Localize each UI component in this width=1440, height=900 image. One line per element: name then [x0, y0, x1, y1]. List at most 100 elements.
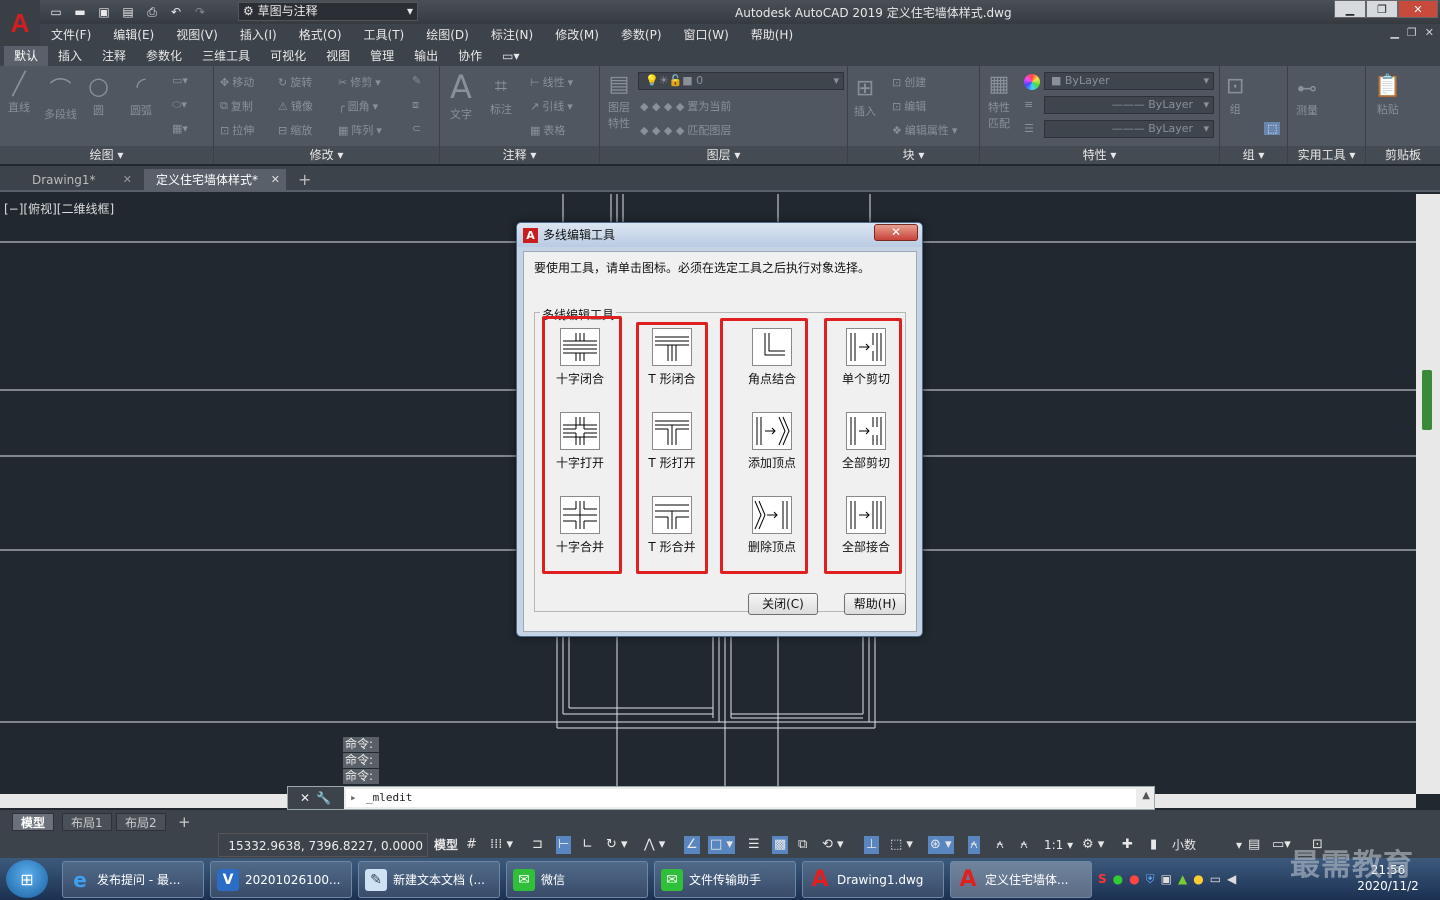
taskbar-item-notepad[interactable]: ✎ 新建文本文档 (... [358, 861, 500, 898]
doc-tab-drawing1[interactable]: Drawing1* ✕ [20, 169, 138, 192]
edit-attributes-button[interactable]: ❖ 编辑属性 ▾ [892, 122, 957, 138]
tab-insert[interactable]: 插入 [48, 46, 92, 66]
panel-title-layers[interactable]: 图层 ▾ [600, 146, 847, 164]
gear-icon[interactable]: ⚙ ▾ [1082, 836, 1104, 854]
model-space-toggle[interactable]: 模型 [434, 836, 458, 854]
add-layout-button[interactable]: + [170, 813, 199, 831]
insert-block-button[interactable]: ⊞ 插入 [854, 76, 876, 119]
lineweight-toggle-icon[interactable]: ☰ [748, 836, 760, 854]
qq-icon[interactable]: ● [1193, 872, 1203, 886]
paste-button[interactable]: 📋 粘贴 [1374, 74, 1401, 117]
tab-3d-tools[interactable]: 三维工具 [192, 46, 260, 66]
group-button[interactable]: ⊡ 组 [1226, 74, 1244, 117]
network-icon[interactable]: ▣ [1161, 872, 1172, 886]
dialog-title-bar[interactable]: A 多线编辑工具 ✕ [517, 223, 922, 247]
dialog-close-button[interactable]: ✕ [874, 224, 918, 241]
input-method-icon[interactable]: S [1098, 872, 1107, 886]
weibo-icon[interactable]: ● [1129, 872, 1139, 886]
erase-icon[interactable]: ✎ [412, 74, 421, 87]
layer-tools-row1[interactable]: ◆ ◆ ◆ ◆ 置为当前 [640, 98, 731, 114]
workspace-selector[interactable]: ⚙ 草图与注释 ▾ [238, 2, 418, 21]
explode-icon[interactable]: ⧈ [412, 98, 419, 112]
tab-default[interactable]: 默认 [4, 46, 49, 66]
panel-title-block[interactable]: 块 ▾ [848, 146, 979, 164]
save-as-icon[interactable]: ▤ [118, 3, 138, 21]
leader-button[interactable]: ↗ 引线 ▾ [530, 98, 573, 114]
snap-icon[interactable]: ⁞⁞⁞ ▾ [490, 836, 513, 854]
security-shield-icon[interactable]: ⛨ [1146, 872, 1155, 887]
scale-button[interactable]: ⊟ 缩放 [278, 122, 312, 138]
wechat-tray-icon[interactable]: ● [1113, 872, 1123, 886]
viewport-controls-label[interactable]: [−][俯视][二维线框] [4, 200, 114, 217]
help-button[interactable]: 帮助(H) [844, 593, 906, 615]
layout-tab-layout2[interactable]: 布局2 [116, 813, 166, 831]
layer-tools-row2[interactable]: ◆ ◆ ◆ ◆ 匹配图层 [640, 122, 731, 138]
rectangle-icon[interactable]: ▭▾ [172, 74, 188, 87]
line-button[interactable]: ╱ 直线 [8, 72, 30, 115]
autocad-logo-icon[interactable]: A [0, 0, 40, 46]
rotate-button[interactable]: ↻ 旋转 [278, 74, 312, 90]
doc-tab-active[interactable]: 定义住宅墙体样式* ✕ [144, 169, 286, 192]
display-icon[interactable]: ▭ [1210, 872, 1221, 886]
selection-cycling-icon[interactable]: ⧉ [798, 836, 807, 854]
scroll-thumb[interactable] [1422, 370, 1432, 430]
menu-help[interactable]: 帮助(H) [740, 24, 804, 46]
fillet-button[interactable]: ╭ 圆角 ▾ [338, 98, 378, 114]
group-select-icon[interactable]: ⬚ [1264, 122, 1281, 135]
trim-button[interactable]: ✂ 修剪 ▾ [338, 74, 381, 90]
3d-osnap-icon[interactable]: ⟲ ▾ [822, 836, 844, 854]
infer-constraints-icon[interactable]: ⊐ [532, 836, 543, 854]
menu-file[interactable]: 文件(F) [40, 24, 102, 46]
menu-tools[interactable]: 工具(T) [353, 24, 416, 46]
plus-icon[interactable]: ✚ [1122, 836, 1133, 854]
doc-close-icon[interactable]: ✕ [1425, 26, 1434, 39]
panel-title-modify[interactable]: 修改 ▾ [214, 146, 439, 164]
polar-tracking-icon[interactable]: ↻ ▾ [606, 836, 628, 854]
doc-minimize-icon[interactable]: ▁ [1390, 26, 1398, 39]
copy-button[interactable]: ⧉ 复制 [220, 98, 253, 114]
taskbar-item-word[interactable]: V 20201026100... [210, 861, 352, 898]
coordinate-readout[interactable]: 15332.9638, 7396.8227, 0.0000 [218, 833, 428, 857]
tab-visualize[interactable]: 可视化 [260, 46, 316, 66]
tab-parametric[interactable]: 参数化 [136, 46, 192, 66]
layer-dropdown[interactable]: 💡☀🔓■ 0 ▾ [638, 72, 844, 90]
circle-button[interactable]: ○ 圆 [88, 72, 109, 118]
object-snap-tracking-icon[interactable]: ∠ [684, 836, 700, 854]
menu-window[interactable]: 窗口(W) [673, 24, 740, 46]
auto-scale-icon[interactable]: ⍲ [996, 836, 1004, 854]
undo-icon[interactable]: ↶ [166, 3, 186, 21]
panel-title-properties[interactable]: 特性 ▾ [980, 146, 1219, 164]
scale-selector[interactable]: 1:1 ▾ [1044, 836, 1073, 854]
linetype-dropdown[interactable]: ——— ByLayer ▾ [1044, 120, 1214, 138]
save-icon[interactable]: ▣ [94, 3, 114, 21]
taskbar-item-browser[interactable]: e 发布提问 - 最... [62, 861, 204, 898]
grid-icon[interactable]: # [466, 836, 477, 854]
layer-properties-button[interactable]: ▤ 图层特性 [604, 72, 634, 131]
redo-icon[interactable]: ↷ [190, 3, 210, 21]
object-snap-icon[interactable]: □ ▾ [708, 836, 735, 854]
layout-tab-model[interactable]: 模型 [12, 813, 55, 831]
text-button[interactable]: A 文字 [450, 70, 472, 122]
chevron-up-icon[interactable]: ▲ [1142, 790, 1150, 801]
tab-view[interactable]: 视图 [316, 46, 360, 66]
gizmo-icon[interactable]: ⊛ ▾ [928, 836, 954, 854]
command-input[interactable]: ▸ _mledit [346, 789, 1136, 807]
menu-dimension[interactable]: 标注(N) [480, 24, 544, 46]
tab-output[interactable]: 输出 [404, 46, 448, 66]
windows-start-icon[interactable]: ⊞ [6, 860, 48, 898]
dimension-button[interactable]: ⌗ 标注 [490, 74, 512, 117]
taskbar-item-wechat[interactable]: ✉ 微信 [506, 861, 648, 898]
quick-properties-icon[interactable]: ▤ [1248, 836, 1260, 854]
dynamic-ucs-icon[interactable]: ⊥ [864, 836, 880, 854]
new-file-icon[interactable]: ▭ [46, 3, 66, 21]
doc-restore-icon[interactable]: ❐ [1407, 26, 1417, 39]
lineweight-dropdown[interactable]: ——— ByLayer ▾ [1044, 96, 1214, 114]
ortho-icon[interactable]: ∟ [582, 836, 593, 854]
stretch-button[interactable]: ⊡ 拉伸 [220, 122, 254, 138]
panel-title-annotation[interactable]: 注释 ▾ [440, 146, 599, 164]
isometric-icon[interactable]: ⋀ ▾ [644, 836, 665, 854]
wrench-icon[interactable]: 🔧 [316, 791, 331, 805]
layout-tab-layout1[interactable]: 布局1 [62, 813, 112, 831]
edit-block-button[interactable]: ⊡ 编辑 [892, 98, 926, 114]
color-wheel-icon[interactable] [1024, 74, 1040, 90]
